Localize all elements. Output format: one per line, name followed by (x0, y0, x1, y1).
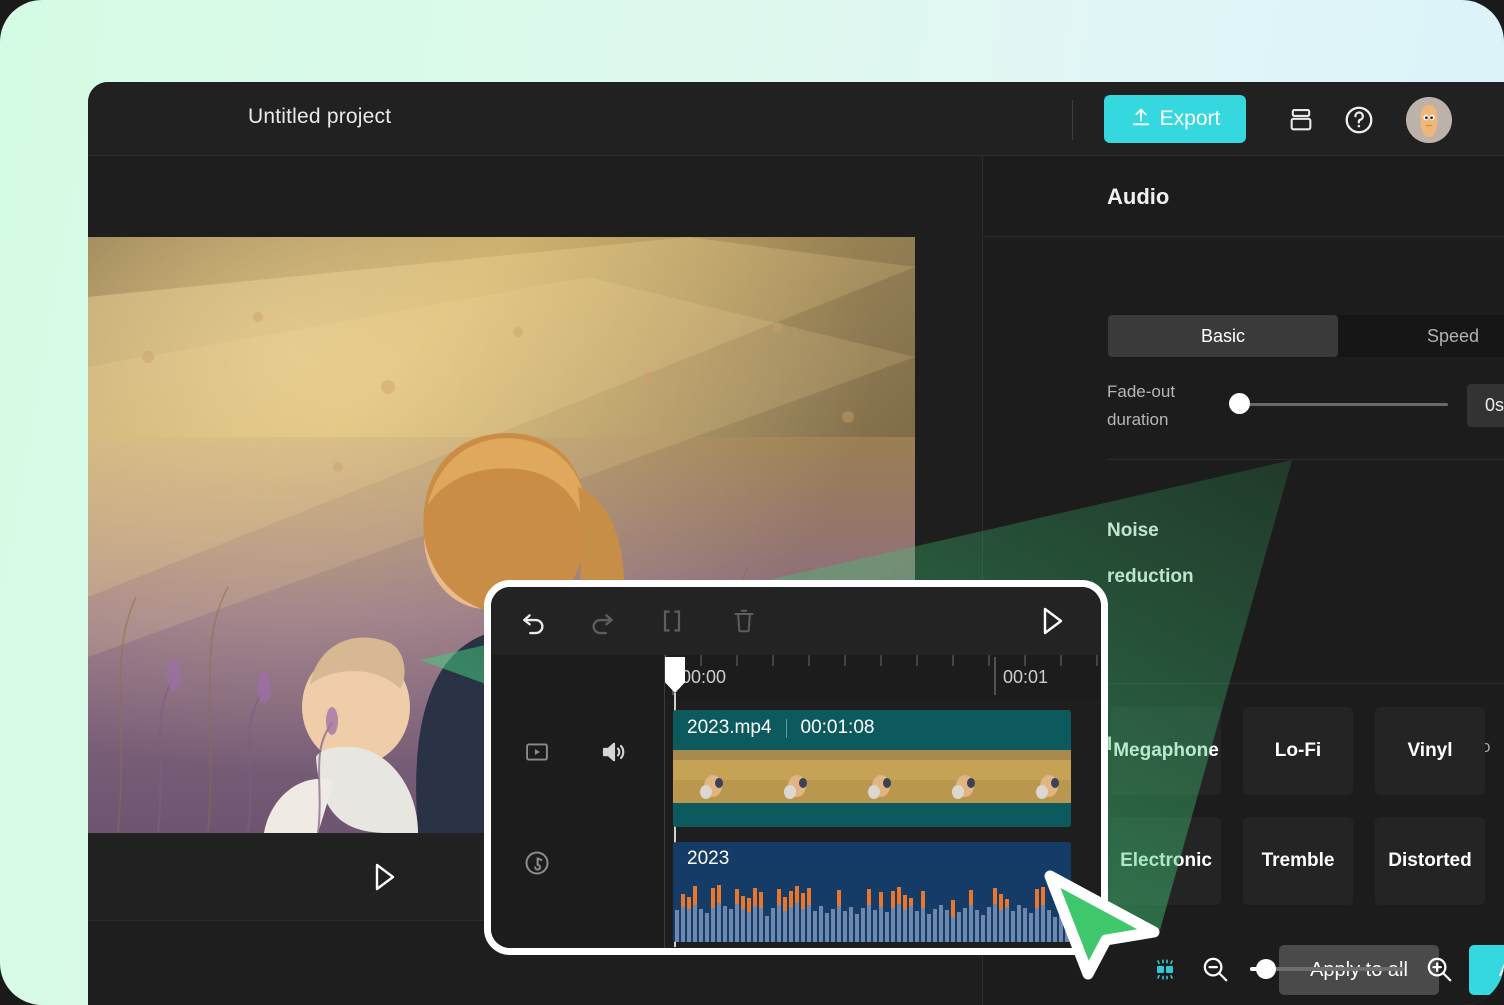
ruler-label-0: 00:00 (681, 667, 727, 687)
ruler-label-1: 00:01 (1003, 667, 1049, 687)
fade-out-duration-label: Fade-out duration (1107, 378, 1207, 434)
split-icon[interactable] (651, 601, 693, 641)
screen-root: Untitled project Export Audio Basic Spee… (0, 0, 1504, 1005)
noise-label-line1: Noise (1107, 520, 1159, 541)
effect-tile-vinyl[interactable]: Vinyl (1375, 707, 1485, 795)
page-title: Untitled project (248, 105, 392, 128)
video-clip-duration: 00:01:08 (800, 717, 875, 738)
timeline-audio-clip[interactable]: 2023 (673, 842, 1071, 942)
fade-out-label-line2: duration (1107, 410, 1169, 429)
timeline-zoom-bar (1150, 948, 1490, 990)
tab-speed[interactable]: Speed (1338, 315, 1504, 357)
fade-out-slider-track[interactable] (1231, 403, 1448, 406)
export-button-label: Export (1159, 107, 1221, 130)
panel-tabs: Basic Speed (1108, 315, 1504, 357)
effect-tile-tremble[interactable]: Tremble (1243, 817, 1353, 905)
timeline-video-clip[interactable]: 2023.mp4 00:01:08 (673, 710, 1071, 827)
question-mark-circle-icon[interactable] (1339, 100, 1379, 140)
clip-thumbnail (841, 750, 925, 803)
avatar[interactable] (1406, 97, 1452, 143)
timeline-toolbar (491, 587, 1101, 655)
audio-clip-name: 2023 (687, 848, 730, 869)
upload-icon (1130, 106, 1152, 133)
delete-trash-icon[interactable] (723, 601, 765, 641)
timeline-track-headers (491, 655, 665, 948)
preview-play-button[interactable] (366, 859, 402, 895)
timeline-popup-panel: 00:00 00:01 2023.mp4 00:01:08 2023 (484, 580, 1108, 955)
effect-tile-megaphone[interactable]: Megaphone (1111, 707, 1221, 795)
video-clip-meta: 2023.mp4 00:01:08 (687, 717, 874, 739)
fade-out-label-line1: Fade-out (1107, 382, 1176, 401)
zoom-slider[interactable] (1250, 959, 1404, 979)
timeline-ruler[interactable]: 00:00 00:01 (665, 655, 1101, 700)
video-clip-name: 2023.mp4 (687, 717, 772, 738)
stacked-layers-icon[interactable] (1281, 100, 1321, 140)
header-divider (1072, 100, 1073, 140)
noise-reduction-label: Noise reduction (1107, 508, 1317, 600)
app-header: Untitled project Export (88, 82, 1504, 156)
magnifier-minus-icon[interactable] (1200, 954, 1230, 984)
magnifier-plus-icon[interactable] (1424, 954, 1454, 984)
panel-title: Audio (1107, 184, 1170, 209)
video-track-icon[interactable] (517, 732, 557, 772)
noise-label-line2: reduction (1107, 566, 1194, 587)
effect-tile-lo-fi[interactable]: Lo-Fi (1243, 707, 1353, 795)
export-button[interactable]: Export (1104, 95, 1246, 143)
effects-grid: Megaphone Lo-Fi Vinyl Electronic Tremble… (1111, 707, 1504, 905)
zoom-slider-knob[interactable] (1256, 959, 1276, 979)
effect-tile-electronic[interactable]: Electronic (1111, 817, 1221, 905)
clip-thumbnail (925, 750, 1009, 803)
fit-to-screen-icon[interactable] (1150, 954, 1180, 984)
fade-out-value-field[interactable]: 0s (1467, 384, 1504, 427)
fade-out-slider-knob[interactable] (1229, 393, 1250, 414)
tab-basic[interactable]: Basic (1108, 315, 1338, 357)
clip-thumbnail (1009, 750, 1071, 803)
meta-separator (785, 718, 787, 738)
video-clip-thumbnail-strip (673, 750, 1071, 803)
audio-note-icon[interactable] (517, 843, 557, 883)
timeline-play-button[interactable] (1031, 601, 1073, 641)
panel-section-divider-1 (1107, 459, 1504, 460)
effect-tile-distorted[interactable]: Distorted (1375, 817, 1485, 905)
undo-icon[interactable] (513, 601, 555, 641)
clip-thumbnail (673, 750, 757, 803)
panel-section-divider-2 (1107, 683, 1504, 684)
volume-speaker-icon[interactable] (594, 732, 634, 772)
panel-divider (983, 236, 1504, 237)
clip-thumbnail (757, 750, 841, 803)
redo-icon[interactable] (581, 601, 623, 641)
audio-waveform (675, 885, 1069, 942)
